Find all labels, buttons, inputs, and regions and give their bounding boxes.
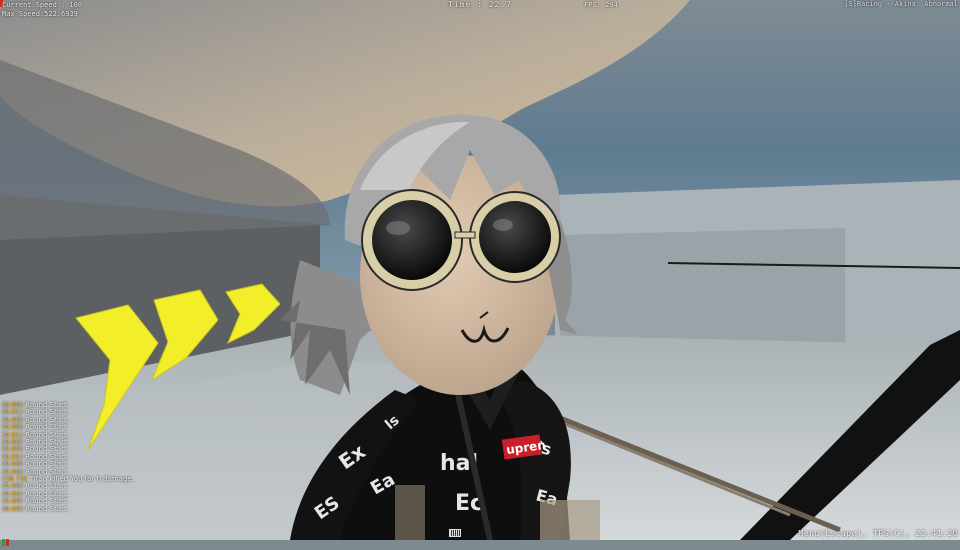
chat-log: (0.00) Round Start. (0.01) Round Start. (0… <box>2 401 134 513</box>
chat-timestamp: (0.00) <box>2 504 24 513</box>
max-speed: Max Speed:522.6939 <box>2 10 78 18</box>
gas-gauge-icon <box>449 529 461 537</box>
round-timer: Time : 22.7 <box>0 0 960 9</box>
gear-handle <box>540 500 600 540</box>
controls-hint: Menu(Escape), TPS(C), 22:41:20 <box>798 529 958 538</box>
game-scene: Ex ES Ea hal Ec Es Ea ls upren <box>0 0 960 540</box>
status-dot-green <box>2 539 5 546</box>
fps-counter: FPS: 204 <box>584 1 618 9</box>
gear-box <box>395 485 425 540</box>
server-name: [S]Racing - Akina: Abnormal <box>844 0 958 8</box>
chat-line: (0.00) Round Start. <box>2 504 134 513</box>
status-dot-red <box>6 539 9 546</box>
chat-message: Round Start. <box>25 504 69 513</box>
timer-value: 22.7 <box>488 0 512 9</box>
status-indicator <box>2 531 12 546</box>
timer-label: Time : <box>448 0 483 9</box>
